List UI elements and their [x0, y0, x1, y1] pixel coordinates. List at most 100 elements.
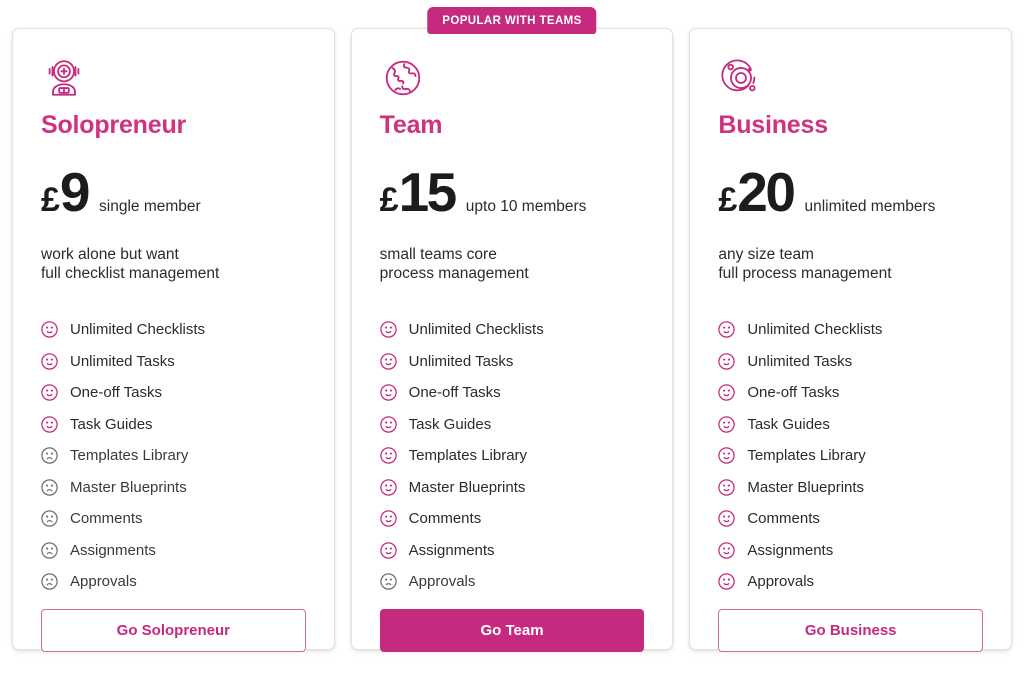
- smiley-face-icon: [41, 321, 58, 338]
- sad-face-icon: [41, 478, 58, 496]
- feature-label: Unlimited Checklists: [70, 321, 206, 339]
- plan-tagline: work alone but want full checklist manag…: [41, 246, 306, 284]
- feature-item: Master Blueprints: [41, 471, 306, 503]
- currency-symbol: £: [718, 181, 737, 219]
- feature-item: One-off Tasks: [379, 377, 645, 409]
- feature-label: Unlimited Tasks: [70, 352, 175, 370]
- smiley-face-icon: [718, 541, 736, 559]
- feature-label: Assignments: [408, 541, 495, 559]
- plan-card-solopreneur: Solopreneur £ 9 single member work alone…: [12, 28, 335, 653]
- plan-tagline: small teams core process management: [380, 246, 645, 284]
- price-amount: 20: [737, 161, 796, 223]
- cta-button-team[interactable]: Go Team: [379, 609, 645, 653]
- feature-item: Templates Library: [41, 440, 306, 472]
- sad-face-icon: [41, 510, 58, 527]
- feature-item: Comments: [379, 503, 645, 535]
- plan-price: £ 20 unlimited members: [718, 161, 983, 223]
- plan-title: Team: [379, 111, 443, 139]
- smiley-face-icon: [718, 352, 736, 370]
- smiley-face-icon: [379, 384, 397, 401]
- smiley-face-icon: [41, 415, 58, 433]
- tagline-line-1: any size team: [718, 246, 814, 263]
- plan-title: Solopreneur: [41, 111, 187, 139]
- feature-item: Master Blueprints: [718, 471, 983, 503]
- feature-list: Unlimited Checklists Unlimited Tasks One…: [718, 314, 983, 598]
- smiley-face-icon: [379, 478, 397, 496]
- smiley-face-icon: [718, 478, 736, 496]
- feature-label: One-off Tasks: [747, 384, 840, 402]
- feature-item: Task Guides: [41, 408, 306, 440]
- feature-label: Approvals: [408, 573, 476, 591]
- feature-item: Task Guides: [379, 408, 645, 440]
- sad-face-icon: [41, 447, 58, 464]
- cta-area: Go Business: [718, 597, 984, 682]
- feature-label: One-off Tasks: [70, 384, 162, 402]
- feature-item: One-off Tasks: [718, 377, 983, 409]
- feature-label: Master Blueprints: [747, 478, 865, 496]
- feature-label: Unlimited Tasks: [747, 352, 853, 370]
- plan-card-business: Business £ 20 unlimited members any size…: [689, 28, 1013, 653]
- feature-item: Comments: [718, 503, 983, 535]
- orbit-icon: [718, 55, 764, 101]
- plan-card-team: POPULAR WITH TEAMS Team £ 15 upto 10 mem…: [350, 7, 674, 653]
- feature-item: Approvals: [718, 566, 983, 598]
- feature-item: One-off Tasks: [41, 377, 306, 409]
- plan-price: £ 15 upto 10 members: [379, 161, 645, 223]
- globe-icon: [380, 55, 426, 101]
- feature-item: Unlimited Tasks: [41, 345, 306, 377]
- currency-symbol: £: [379, 181, 399, 219]
- feature-item: Templates Library: [718, 440, 983, 472]
- plan-price: £ 9 single member: [41, 161, 306, 223]
- feature-item: Unlimited Checklists: [718, 314, 983, 346]
- feature-item: Task Guides: [718, 408, 983, 440]
- popular-badge: POPULAR WITH TEAMS: [427, 7, 597, 34]
- tagline-line-2: full checklist management: [41, 264, 220, 282]
- smiley-face-icon: [379, 541, 397, 559]
- feature-item: Assignments: [379, 534, 645, 566]
- smiley-face-icon: [379, 447, 397, 464]
- feature-label: Task Guides: [70, 415, 153, 433]
- sad-face-icon: [379, 573, 397, 590]
- feature-item: Unlimited Tasks: [718, 345, 983, 377]
- smiley-face-icon: [379, 510, 397, 527]
- price-amount: 15: [398, 161, 458, 223]
- feature-item: Assignments: [718, 534, 983, 566]
- feature-label: Templates Library: [408, 447, 528, 465]
- feature-label: Comments: [408, 510, 482, 528]
- feature-label: Approvals: [747, 573, 815, 591]
- feature-label: Assignments: [70, 541, 156, 559]
- sad-face-icon: [41, 541, 58, 559]
- price-note: upto 10 members: [465, 198, 587, 215]
- feature-label: Task Guides: [408, 415, 492, 433]
- feature-item: Assignments: [41, 534, 306, 566]
- tagline-line-1: small teams core: [379, 246, 497, 263]
- feature-label: Task Guides: [747, 415, 830, 433]
- feature-label: Master Blueprints: [408, 478, 526, 496]
- cta-button-solopreneur[interactable]: Go Solopreneur: [41, 609, 306, 653]
- feature-label: Comments: [70, 510, 143, 528]
- price-note: single member: [99, 198, 201, 215]
- feature-label: Approvals: [70, 573, 137, 591]
- pricing-table: Solopreneur £ 9 single member work alone…: [0, 0, 1024, 663]
- smiley-face-icon: [379, 321, 397, 338]
- feature-item: Templates Library: [379, 440, 645, 472]
- feature-list: Unlimited Checklists Unlimited Tasks One…: [379, 314, 645, 598]
- currency-symbol: £: [41, 181, 60, 219]
- smiley-face-icon: [718, 384, 736, 401]
- feature-label: Unlimited Checklists: [408, 321, 544, 339]
- smiley-face-icon: [41, 384, 58, 401]
- feature-label: Assignments: [747, 541, 834, 559]
- smiley-face-icon: [718, 510, 736, 527]
- price-amount: 9: [59, 161, 91, 223]
- feature-item: Unlimited Checklists: [41, 314, 306, 346]
- feature-label: One-off Tasks: [408, 384, 501, 402]
- feature-item: Comments: [41, 503, 306, 535]
- price-note: unlimited members: [804, 198, 936, 215]
- smiley-face-icon: [379, 352, 397, 370]
- feature-item: Approvals: [41, 566, 306, 598]
- feature-item: Unlimited Tasks: [379, 345, 645, 377]
- feature-item: Master Blueprints: [379, 471, 645, 503]
- smiley-face-icon: [718, 415, 736, 433]
- feature-item: Unlimited Checklists: [379, 314, 645, 346]
- cta-button-business[interactable]: Go Business: [718, 609, 984, 653]
